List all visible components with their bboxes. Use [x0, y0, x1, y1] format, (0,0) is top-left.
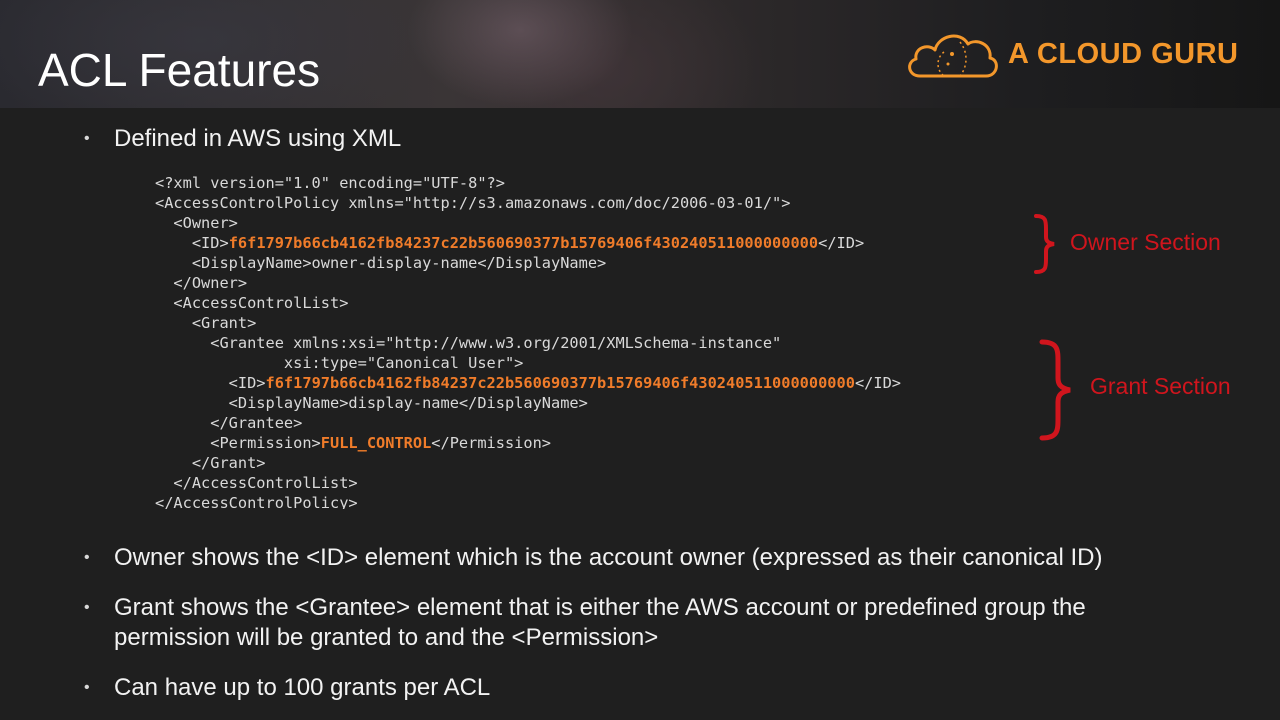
code-line: </ID>: [854, 374, 901, 392]
code-line: <Permission>: [155, 434, 321, 452]
code-line: <DisplayName>display-name</DisplayName>: [155, 394, 588, 412]
bullet-text: Can have up to 100 grants per ACL: [114, 674, 491, 701]
xml-code-block: <?xml version="1.0" encoding="UTF-8"?> <…: [155, 173, 901, 509]
bullet-dot: •: [84, 130, 90, 147]
code-line: <ID>: [155, 234, 229, 252]
bullet-xml: • Defined in AWS using XML: [84, 124, 1204, 154]
bullet-dot: •: [84, 549, 90, 566]
bullet-text: Grant shows the <Grantee> element that i…: [114, 594, 1086, 651]
code-line: <AccessControlPolicy xmlns="http://s3.am…: [155, 194, 791, 212]
bullet-dot: •: [84, 679, 90, 696]
code-line: </AccessControlPolicy>: [155, 494, 358, 509]
owner-id-value: f6f1797b66cb4162fb84237c22b560690377b157…: [228, 234, 819, 252]
code-line: </AccessControlList>: [155, 474, 358, 492]
code-line: <ID>: [155, 374, 266, 392]
code-line: <AccessControlList>: [155, 294, 349, 312]
bullet-text: Defined in AWS using XML: [114, 125, 402, 152]
bullet-owner: • Owner shows the <ID> element which is …: [84, 543, 1204, 573]
grant-section-label: Grant Section: [1090, 373, 1231, 399]
slide-title: ACL Features: [38, 44, 321, 96]
bullet-limit: • Can have up to 100 grants per ACL: [84, 673, 1204, 703]
code-line: <Grant>: [155, 314, 257, 332]
bullet-text: Owner shows the <ID> element which is th…: [114, 544, 1103, 571]
bullet-grant: • Grant shows the <Grantee> element that…: [84, 593, 1204, 653]
bullet-dot: •: [84, 599, 90, 616]
code-line: <Grantee xmlns:xsi="http://www.w3.org/20…: [155, 334, 782, 352]
code-line: </Grant>: [155, 454, 266, 472]
code-line: <DisplayName>owner-display-name</Display…: [155, 254, 607, 272]
code-line: <?xml version="1.0" encoding="UTF-8"?>: [155, 174, 505, 192]
logo-text: A CLOUD GURU: [1008, 38, 1239, 70]
owner-brace-icon: [1034, 214, 1055, 274]
code-line: xsi:type="Canonical User">: [155, 354, 524, 372]
code-line: </ID>: [818, 234, 865, 252]
code-line: </Permission>: [431, 434, 552, 452]
grantee-id-value: f6f1797b66cb4162fb84237c22b560690377b157…: [265, 374, 855, 392]
permission-value: FULL_CONTROL: [320, 434, 432, 452]
a-cloud-guru-logo: A CLOUD GURU: [902, 28, 1242, 82]
code-line: </Owner>: [155, 274, 248, 292]
owner-section-label: Owner Section: [1070, 229, 1221, 255]
code-line: </Grantee>: [155, 414, 303, 432]
code-line: <Owner>: [155, 214, 238, 232]
cloud-icon: [908, 34, 998, 78]
grant-brace-icon: [1039, 339, 1071, 441]
